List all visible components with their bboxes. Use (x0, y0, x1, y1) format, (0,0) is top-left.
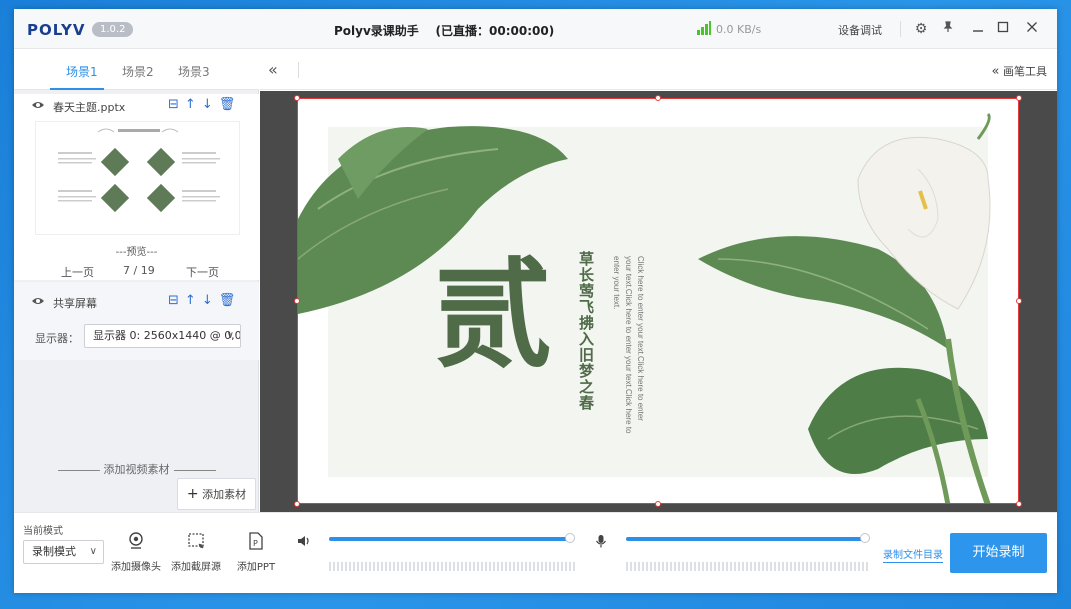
slide-vertical-text: Click here to enter your text.Click here… (612, 256, 645, 434)
slide-big-character: 贰 (434, 245, 553, 384)
tab-scene-3[interactable]: 场景3 (178, 63, 210, 80)
collapse-icon[interactable]: ⊟ (168, 293, 185, 308)
bottom-bar: 当前模式 录制模式 ∨ 添加摄像头 添加截屏源 P 添加PPT 录制文件目录 开… (14, 512, 1057, 593)
scene-tabs: 场景1 场景2 场景3 (14, 50, 259, 90)
display-label: 显示器： (35, 332, 79, 345)
signal-icon (697, 21, 711, 35)
trash-icon[interactable]: 🗑 (219, 97, 242, 112)
move-down-icon[interactable]: ↓ (202, 293, 219, 308)
preview-label: ---预览--- (115, 247, 158, 258)
svg-text:P: P (253, 539, 258, 548)
close-icon[interactable] (1022, 19, 1042, 39)
plus-icon: + (186, 486, 199, 502)
source-actions: ⊟↑↓🗑 (168, 293, 241, 308)
add-ppt-button[interactable]: P 添加PPT (226, 532, 286, 573)
move-down-icon[interactable]: ↓ (202, 97, 219, 112)
resize-handle[interactable] (1016, 501, 1022, 507)
source-name: 春天主题.pptx (53, 101, 126, 114)
preview-toolbar: « « 画笔工具 (260, 50, 1057, 90)
source-name: 共享屏幕 (53, 297, 97, 310)
speaker-icon[interactable] (297, 534, 311, 552)
add-material-label: 添加素材 (202, 488, 247, 501)
resize-handle[interactable] (1016, 95, 1022, 101)
add-camera-button[interactable]: 添加摄像头 (106, 532, 166, 573)
mic-volume-knob[interactable] (860, 533, 870, 543)
minimize-icon[interactable] (968, 19, 988, 39)
double-chevron-left-icon: « (991, 64, 1000, 79)
divider (298, 62, 299, 78)
chevron-down-icon: ∨ (89, 546, 97, 557)
camera-icon (106, 532, 166, 554)
resize-handle[interactable] (294, 501, 300, 507)
start-record-button[interactable]: 开始录制 (950, 533, 1047, 573)
app-title: Polyv录课助手 (已直播：00:00:00) (334, 24, 555, 38)
source-actions: ⊟↑↓🗑 (168, 97, 241, 112)
mode-select[interactable]: 录制模式 ∨ (23, 540, 104, 564)
mic-level-meter (626, 562, 870, 571)
slide-vertical-title: 草长莺飞拂入旧梦之春 (577, 251, 595, 411)
ppt-file-icon: P (226, 532, 286, 554)
pen-tools-label: 画笔工具 (1003, 65, 1047, 78)
pen-tools-button[interactable]: « 画笔工具 (992, 63, 1047, 79)
lily-illustration-right (698, 112, 991, 503)
divider (900, 21, 901, 37)
speaker-volume-knob[interactable] (565, 533, 575, 543)
move-up-icon[interactable]: ↑ (185, 97, 202, 112)
add-ppt-label: 添加PPT (236, 562, 276, 573)
gear-icon[interactable]: ⚙ (911, 19, 931, 39)
collapse-panel-icon[interactable]: « (268, 60, 278, 79)
mode-label: 当前模式 (23, 526, 63, 537)
version-badge: 1.0.2 (92, 22, 134, 37)
mic-volume-slider[interactable] (626, 537, 866, 541)
move-up-icon[interactable]: ↑ (185, 293, 202, 308)
tab-scene-1[interactable]: 场景1 (66, 63, 98, 80)
resize-handle[interactable] (294, 298, 300, 304)
device-test-button[interactable]: 设备调试 (838, 22, 882, 38)
source-item-ppt: 春天主题.pptx ⊟↑↓🗑 ---预览--- 上一页 7 / 19 下一页 (14, 94, 259, 280)
add-material-button[interactable]: + 添加素材 (177, 478, 256, 510)
title-bar: POLYV 1.0.2 Polyv录课助手 (已直播：00:00:00) 0.0… (14, 9, 1057, 49)
ppt-thumbnail[interactable] (35, 121, 240, 235)
add-capture-button[interactable]: 添加截屏源 (166, 532, 226, 573)
source-header: 春天主题.pptx ⊟↑↓🗑 (14, 94, 259, 116)
mode-select-value: 录制模式 (32, 545, 76, 558)
display-select[interactable]: 显示器 0: 2560x1440 @ 0,0 ∨ (84, 324, 241, 348)
speaker-volume-slider[interactable] (329, 537, 571, 541)
slide-preview[interactable]: 贰 草长莺飞拂入旧梦之春 Click here to enter your te… (297, 98, 1019, 504)
chevron-down-icon: ∨ (226, 330, 234, 341)
tab-underline (50, 88, 104, 90)
net-speed: 0.0 KB/s (716, 23, 762, 36)
eye-icon[interactable] (31, 294, 45, 308)
add-camera-label: 添加摄像头 (111, 562, 161, 573)
app-window: POLYV 1.0.2 Polyv录课助手 (已直播：00:00:00) 0.0… (14, 9, 1057, 593)
screenshot-icon (166, 532, 226, 554)
preview-canvas: 贰 草长莺飞拂入旧梦之春 Click here to enter your te… (260, 91, 1057, 512)
microphone-icon[interactable] (595, 534, 607, 552)
eye-icon[interactable] (31, 98, 45, 112)
add-capture-label: 添加截屏源 (171, 562, 221, 573)
app-logo: POLYV (27, 21, 86, 39)
speaker-level-meter (329, 562, 575, 571)
pin-icon[interactable] (938, 19, 958, 39)
collapse-icon[interactable]: ⊟ (168, 97, 185, 112)
source-header: 共享屏幕 ⊟↑↓🗑 (14, 290, 259, 312)
tab-scene-2[interactable]: 场景2 (122, 63, 154, 80)
source-item-screen: 共享屏幕 ⊟↑↓🗑 显示器： 显示器 0: 2560x1440 @ 0,0 ∨ (14, 282, 259, 360)
scene-panel: 场景1 场景2 场景3 春天主题.pptx ⊟↑↓🗑 ---预览--- 上一页 … (14, 50, 259, 512)
resize-handle[interactable] (655, 95, 661, 101)
resize-handle[interactable] (294, 95, 300, 101)
resize-handle[interactable] (1016, 298, 1022, 304)
add-video-divider: 添加视频素材 (14, 461, 259, 477)
add-video-label: 添加视频素材 (103, 463, 170, 476)
resize-handle[interactable] (655, 501, 661, 507)
next-page-button[interactable]: 下一页 (186, 264, 219, 280)
trash-icon[interactable]: 🗑 (219, 293, 242, 308)
display-select-value: 显示器 0: 2560x1440 @ 0,0 (93, 329, 241, 342)
prev-page-button[interactable]: 上一页 (61, 264, 94, 280)
record-dir-link[interactable]: 录制文件目录 (883, 546, 943, 563)
page-indicator: 7 / 19 (123, 264, 155, 277)
maximize-icon[interactable] (993, 19, 1013, 39)
